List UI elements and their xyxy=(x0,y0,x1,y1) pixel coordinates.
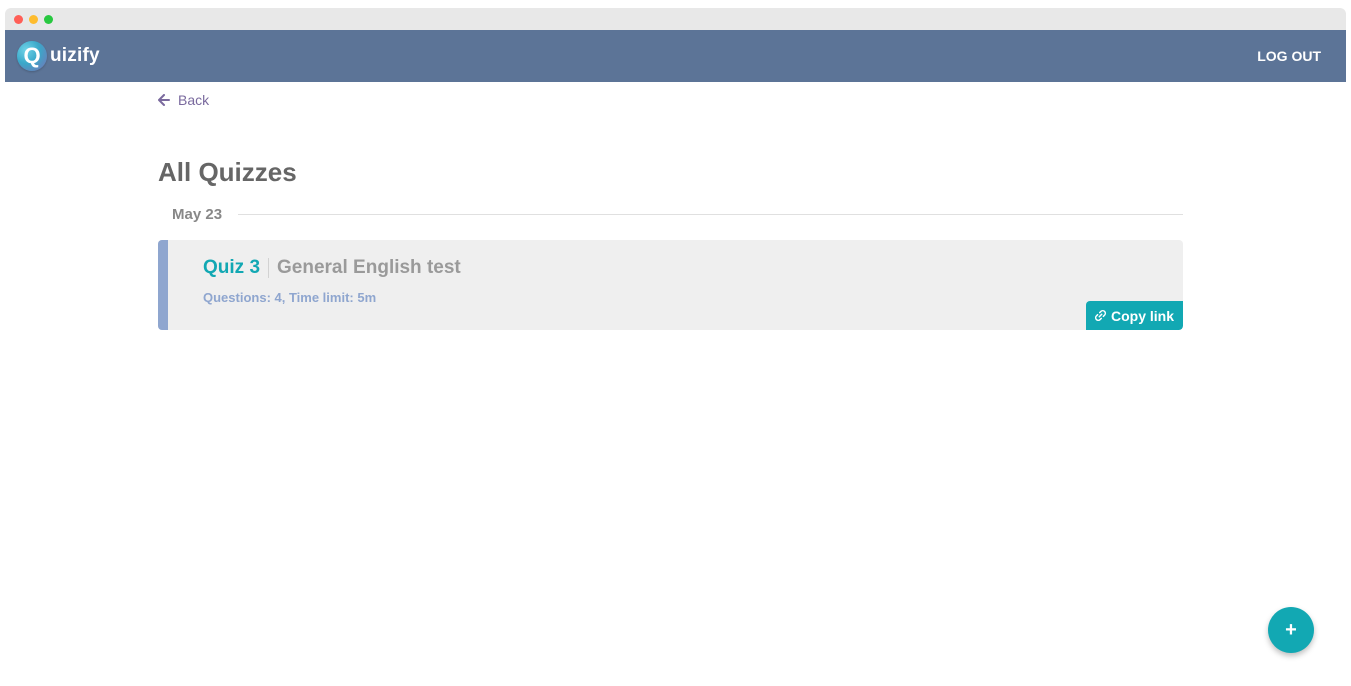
add-quiz-button[interactable]: + xyxy=(1268,607,1314,653)
title-separator xyxy=(268,258,270,278)
arrow-left-icon xyxy=(158,94,170,106)
quiz-meta: Questions: 4, Time limit: 5m xyxy=(203,290,377,305)
quiz-card-header: Quiz 3 General English test xyxy=(203,257,461,279)
browser-window: Q uizify LOG OUT xyxy=(5,8,1346,686)
quiz-card[interactable]: Quiz 3 General English test Questions: 4… xyxy=(158,240,1183,330)
minimize-window-button[interactable] xyxy=(29,15,38,24)
app-logo[interactable]: Q uizify xyxy=(17,38,100,74)
zoom-window-button[interactable] xyxy=(44,15,53,24)
date-divider xyxy=(238,214,1183,215)
copy-link-label: Copy link xyxy=(1110,307,1174,324)
back-label: Back xyxy=(178,92,210,108)
page-title: All Quizzes xyxy=(158,157,297,187)
card-accent-bar xyxy=(158,240,168,330)
plus-icon: + xyxy=(1285,618,1297,641)
logo-badge-icon: Q xyxy=(17,41,47,71)
quiz-title: General English test xyxy=(277,257,461,278)
copy-link-button[interactable]: Copy link xyxy=(1085,301,1183,330)
date-group-header: May 23 xyxy=(158,205,1183,225)
window-titlebar xyxy=(5,8,1346,30)
logo-text: uizify xyxy=(50,45,100,66)
back-link[interactable]: Back xyxy=(158,92,209,108)
quiz-number[interactable]: Quiz 3 xyxy=(203,257,260,279)
top-navbar: Q uizify LOG OUT xyxy=(5,30,1346,82)
link-icon xyxy=(1094,309,1107,322)
logout-button[interactable]: LOG OUT xyxy=(1257,48,1321,64)
close-window-button[interactable] xyxy=(14,15,23,24)
date-label: May 23 xyxy=(172,206,223,223)
